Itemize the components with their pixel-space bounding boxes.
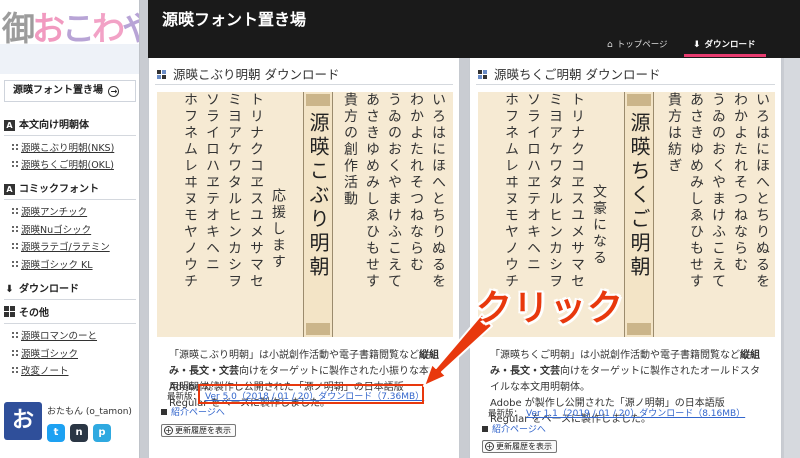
- note-icon[interactable]: n: [70, 424, 88, 442]
- sample-column: あさきゆめみしゑひもせす: [688, 92, 704, 290]
- site-logo[interactable]: 御おこわや星: [0, 0, 139, 44]
- plus-icon: +: [164, 426, 173, 435]
- sample-column: いろはにほへとちりぬるを: [754, 92, 770, 290]
- sidebar-item-antique[interactable]: 源暎アンチック: [12, 207, 87, 219]
- sample-column: ソライロハヱテオキヘニ: [525, 92, 541, 274]
- grid-icon: [4, 306, 15, 317]
- nav-download[interactable]: ⬇ ダウンロード: [693, 38, 756, 50]
- header: 源暎フォント置き場 ⌂ トップページ ⬇ ダウンロード: [148, 0, 800, 58]
- nav-top-page[interactable]: ⌂ トップページ: [607, 38, 668, 50]
- show-history-button[interactable]: + 更新履歴を表示: [482, 440, 557, 453]
- sample-column: ミヨアケワタルヒンカシヲ: [226, 92, 242, 290]
- sidebar-item-chikugo-mincho[interactable]: 源暎ちくご明朝(OKL): [12, 160, 114, 172]
- sidebar-item-kobori-mincho[interactable]: 源暎こぶり明朝(NKS): [12, 143, 114, 155]
- panel-title: 源暎ちくご明朝 ダウンロード: [478, 64, 660, 83]
- click-annotation-label: クリック: [476, 288, 625, 329]
- sample-column: わかよたれそつねならむ: [408, 92, 424, 274]
- square-bullet-icon: [161, 409, 167, 415]
- intro-page-link[interactable]: 紹介ページへ: [161, 405, 225, 418]
- bullet-icon: [12, 144, 18, 150]
- latest-version-row: 最新版： Ver 1.1（2019 / 01 / 20）ダウンロード（8.16MB…: [488, 409, 746, 419]
- site-home-link[interactable]: 源暎フォント置き場 →: [4, 80, 136, 102]
- font-block-icon: [157, 70, 167, 80]
- panel-title: 源暎こぶり明朝 ダウンロード: [157, 64, 339, 83]
- bullet-icon: [12, 367, 18, 373]
- font-a-icon: A: [4, 120, 15, 131]
- section-heading-other: その他: [4, 306, 136, 324]
- font-block-icon: [478, 70, 488, 80]
- sample-column: 文豪になる: [591, 184, 607, 267]
- sidebar-item-modify-note[interactable]: 改変ノート: [12, 366, 69, 378]
- divider: [476, 84, 775, 85]
- plus-icon: +: [485, 442, 494, 451]
- show-history-button[interactable]: + 更新履歴を表示: [161, 424, 236, 437]
- sidebar-item-gothic-kl[interactable]: 源暎ゴシック KL: [12, 260, 93, 272]
- font-description: 「源暎ちくご明朝」は小説創作活動や電子書籍閲覧など縦組み・長文・文芸向けをターゲ…: [490, 350, 760, 393]
- sidebar-band: [0, 44, 139, 74]
- sample-column: 貴方は紡ぎ: [666, 92, 682, 175]
- logo-char: お: [32, 9, 65, 44]
- sample-column: いろはにほへとちりぬるを: [430, 92, 446, 290]
- divider: [155, 84, 453, 85]
- download-icon: ⬇: [693, 40, 701, 50]
- sample-column: あさきゆめみしゑひもせす: [364, 92, 380, 290]
- sidebar-item-roman-note[interactable]: 源暎ロマンのーと: [12, 331, 97, 343]
- version-download-link[interactable]: Ver 1.1（2019 / 01 / 20）ダウンロード（8.16MB）: [526, 409, 745, 419]
- bullet-icon: [12, 332, 18, 338]
- bullet-icon: [12, 243, 18, 249]
- sample-title-banner: 源暎ちくご明朝: [624, 92, 654, 337]
- square-bullet-icon: [482, 426, 488, 432]
- sample-title: 源暎ちくご明朝: [627, 112, 651, 280]
- profile: お おたもん (o_tamon) t n p: [4, 402, 136, 458]
- sample-column: トリナクコヱスユメサマセ: [248, 92, 264, 290]
- font-a-icon: A: [4, 184, 15, 195]
- sample-column: トリナクコヱスユメサマセ: [569, 92, 585, 290]
- avatar[interactable]: お: [4, 402, 42, 440]
- sample-column: ミヨアケワタルヒンカシヲ: [547, 92, 563, 290]
- intro-page-link[interactable]: 紹介ページへ: [482, 422, 546, 435]
- active-nav-indicator: [684, 54, 766, 57]
- page-scrollbar[interactable]: [784, 58, 800, 458]
- logo-char: わ: [92, 9, 125, 44]
- sample-column: ホフネムレヰヌモヤノウチ: [182, 92, 198, 290]
- font-sample-image: いろはにほへとちりぬるを わかよたれそつねならむ うゐのおくやまけふこえて あさ…: [157, 92, 453, 337]
- download-icon: ⬇: [5, 284, 14, 295]
- sample-column: うゐのおくやまけふこえて: [710, 92, 726, 290]
- logo-char: 御: [2, 9, 35, 44]
- highlight-box: [198, 384, 424, 404]
- page-title[interactable]: 源暎フォント置き場: [162, 6, 306, 30]
- sidebar-item-nu-gothic[interactable]: 源暎Nuゴシック: [12, 225, 91, 237]
- sample-column: 貴方の創作活動: [342, 92, 358, 208]
- logo-char: や: [122, 9, 139, 44]
- twitter-icon[interactable]: t: [47, 424, 65, 442]
- logo-char: こ: [62, 9, 95, 44]
- pixiv-icon[interactable]: p: [93, 424, 111, 442]
- download-panel-chikugo: 源暎ちくご明朝 ダウンロード いろはにほへとちりぬるを わかよたれそつねならむ …: [469, 58, 782, 458]
- sample-column: ソライロハヱテオキヘニ: [204, 92, 220, 274]
- bullet-icon: [12, 161, 18, 167]
- site-home-link-label: 源暎フォント置き場: [13, 85, 103, 96]
- sidebar-item-gothic[interactable]: 源暎ゴシック: [12, 349, 78, 361]
- sample-title: 源暎こぶり明朝: [306, 112, 330, 280]
- bullet-icon: [12, 208, 18, 214]
- section-heading-text-mincho: A 本文向け明朝体: [4, 118, 136, 136]
- sample-column: うゐのおくやまけふこえて: [386, 92, 402, 290]
- home-icon: ⌂: [607, 40, 613, 50]
- section-heading-comic-font: A コミックフォント: [4, 182, 136, 200]
- sample-column: わかよたれそつねならむ: [732, 92, 748, 274]
- bullet-icon: [12, 350, 18, 356]
- sidebar-item-download[interactable]: ⬇ ダウンロード: [4, 282, 136, 300]
- sample-column: ホフネムレヰヌモヤノウチ: [503, 92, 519, 290]
- sidebar: 御おこわや星 源暎フォント置き場 → A本文向け明朝体 源暎こぶり明朝(NKS)…: [0, 0, 140, 458]
- bullet-icon: [12, 261, 18, 267]
- sample-title-banner: 源暎こぶり明朝: [303, 92, 333, 337]
- sample-column: 応援します: [270, 188, 286, 271]
- bullet-icon: [12, 226, 18, 232]
- arrow-right-icon: →: [108, 86, 120, 97]
- profile-name: おたもん (o_tamon): [47, 407, 132, 417]
- sidebar-item-latego-latemin[interactable]: 源暎ラテゴ/ラテミン: [12, 242, 110, 254]
